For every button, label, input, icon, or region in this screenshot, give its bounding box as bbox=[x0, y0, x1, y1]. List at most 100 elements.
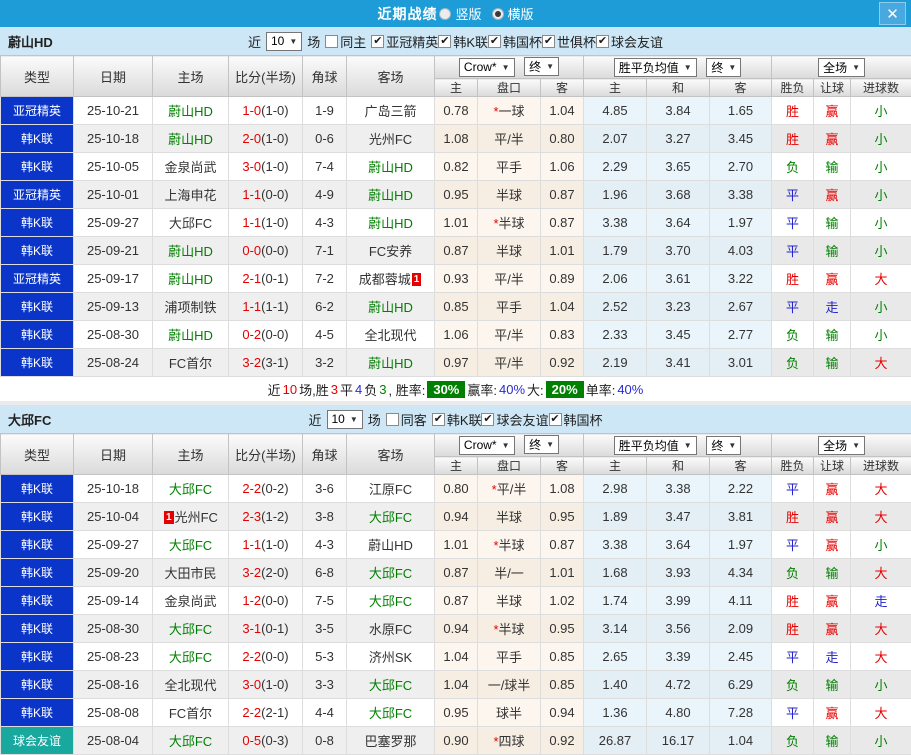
matches-label: 场 bbox=[307, 32, 320, 51]
cell-date: 25-09-17 bbox=[74, 265, 153, 293]
cell-handicap-result: 输 bbox=[814, 559, 851, 587]
cell-euro-away-odds: 4.03 bbox=[710, 237, 772, 265]
cell-goals-result: 小 bbox=[851, 97, 911, 125]
cell-away-team: 蔚山HD bbox=[347, 293, 435, 321]
cell-away-team: 蔚山HD bbox=[347, 181, 435, 209]
cell-wdl-result: 平 bbox=[772, 181, 814, 209]
close-button[interactable] bbox=[879, 2, 906, 25]
cell-date: 25-10-01 bbox=[74, 181, 153, 209]
cell-asian-away-odds: 0.87 bbox=[541, 209, 584, 237]
cell-home-team: FC首尔 bbox=[153, 699, 229, 727]
cell-wdl-result: 平 bbox=[772, 643, 814, 671]
match-count-select[interactable]: 10 bbox=[266, 32, 302, 51]
cell-asian-home-odds: 1.01 bbox=[435, 531, 478, 559]
competition-filter[interactable]: 韩K联 bbox=[432, 410, 482, 429]
cell-goals-result: 小 bbox=[851, 293, 911, 321]
checkbox-checked-icon bbox=[481, 413, 494, 426]
cell-wdl-result: 胜 bbox=[772, 125, 814, 153]
cell-euro-draw-odds: 3.45 bbox=[647, 321, 710, 349]
cell-competition-type: 韩K联 bbox=[1, 153, 74, 181]
rate-badge: 20% bbox=[546, 381, 584, 398]
euro-odds-group-header: 胜平负均值 终 bbox=[584, 434, 772, 457]
same-venue-filter[interactable]: 同客 bbox=[386, 410, 427, 429]
cell-home-team: 浦项制铁 bbox=[153, 293, 229, 321]
competition-label: 韩国杯 bbox=[564, 410, 603, 429]
cell-date: 25-08-23 bbox=[74, 643, 153, 671]
cell-euro-draw-odds: 3.70 bbox=[647, 237, 710, 265]
bookmaker-select[interactable]: Crow* bbox=[459, 436, 515, 455]
layout-radio-vertical-label: 竖版 bbox=[455, 4, 481, 23]
subcol-asian-away: 客 bbox=[541, 457, 584, 475]
cell-asian-home-odds: 1.04 bbox=[435, 671, 478, 699]
competition-filter[interactable]: 韩K联 bbox=[438, 32, 488, 51]
cell-asian-away-odds: 0.92 bbox=[541, 727, 584, 755]
cell-score: 1-1(1-1) bbox=[229, 293, 303, 321]
cell-euro-draw-odds: 3.56 bbox=[647, 615, 710, 643]
cell-home-team: 蔚山HD bbox=[153, 265, 229, 293]
cell-asian-handicap: 一/球半 bbox=[478, 671, 541, 699]
cell-home-team: 金泉尚武 bbox=[153, 153, 229, 181]
cell-goals-result: 小 bbox=[851, 153, 911, 181]
euro-odds-select[interactable]: 胜平负均值 bbox=[614, 58, 697, 77]
radio-unchecked-icon[interactable] bbox=[439, 8, 451, 20]
cell-score: 1-1(1-0) bbox=[229, 531, 303, 559]
subcol-handicap-result: 让球 bbox=[814, 457, 851, 475]
scope-select[interactable]: 全场 bbox=[818, 58, 865, 77]
cell-goals-result: 大 bbox=[851, 503, 911, 531]
cell-wdl-result: 胜 bbox=[772, 587, 814, 615]
match-count-select[interactable]: 10 bbox=[327, 410, 363, 429]
cell-asian-home-odds: 1.04 bbox=[435, 643, 478, 671]
cell-handicap-result: 输 bbox=[814, 727, 851, 755]
euro-final-select[interactable]: 终 bbox=[706, 58, 741, 77]
cell-competition-type: 亚冠精英 bbox=[1, 265, 74, 293]
competition-filter[interactable]: 球会友谊 bbox=[596, 32, 663, 51]
cell-wdl-result: 负 bbox=[772, 321, 814, 349]
cell-euro-away-odds: 2.70 bbox=[710, 153, 772, 181]
match-row: 韩K联25-10-18蔚山HD2-0(1-0)0-6光州FC1.08平/半0.8… bbox=[1, 125, 911, 153]
competition-filter[interactable]: 世俱杯 bbox=[542, 32, 596, 51]
bookmaker-select[interactable]: Crow* bbox=[459, 58, 515, 77]
competition-filter[interactable]: 球会友谊 bbox=[481, 410, 548, 429]
subcol-euro-home: 主 bbox=[584, 79, 647, 97]
cell-asian-handicap: 平手 bbox=[478, 153, 541, 181]
cell-score: 0-0(0-0) bbox=[229, 237, 303, 265]
cell-away-team: 大邱FC bbox=[347, 503, 435, 531]
competition-filter[interactable]: 韩国杯 bbox=[488, 32, 542, 51]
col-header-home: 主场 bbox=[153, 434, 229, 475]
checkbox-checked-icon bbox=[488, 35, 501, 48]
cell-goals-result: 小 bbox=[851, 209, 911, 237]
radio-checked-icon[interactable] bbox=[492, 8, 504, 20]
same-venue-label: 同客 bbox=[401, 410, 427, 429]
section-header: 蔚山HD 近 10 场 同主 亚冠精英韩K联韩国杯世俱杯球会友谊 bbox=[0, 27, 911, 55]
cell-home-team: 大田市民 bbox=[153, 559, 229, 587]
summary-text: 近 bbox=[268, 380, 281, 399]
cell-date: 25-09-21 bbox=[74, 237, 153, 265]
cell-asian-away-odds: 0.95 bbox=[541, 615, 584, 643]
layout-radio-horizontal[interactable]: 横版 bbox=[490, 4, 534, 23]
cell-away-team: FC安养 bbox=[347, 237, 435, 265]
cell-wdl-result: 负 bbox=[772, 153, 814, 181]
cell-asian-handicap: 半/一 bbox=[478, 559, 541, 587]
same-venue-label: 同主 bbox=[340, 32, 366, 51]
cell-euro-draw-odds: 3.39 bbox=[647, 643, 710, 671]
checkbox-checked-icon bbox=[438, 35, 451, 48]
cell-asian-handicap: 平/半 bbox=[478, 125, 541, 153]
cell-euro-home-odds: 1.68 bbox=[584, 559, 647, 587]
asian-final-select[interactable]: 终 bbox=[524, 435, 559, 454]
same-venue-filter[interactable]: 同主 bbox=[325, 32, 366, 51]
cell-euro-home-odds: 1.96 bbox=[584, 181, 647, 209]
competition-filter[interactable]: 亚冠精英 bbox=[371, 32, 438, 51]
euro-odds-select[interactable]: 胜平负均值 bbox=[614, 436, 697, 455]
euro-final-select[interactable]: 终 bbox=[706, 436, 741, 455]
cell-score: 3-2(3-1) bbox=[229, 349, 303, 377]
cell-date: 25-10-18 bbox=[74, 125, 153, 153]
cell-euro-home-odds: 1.36 bbox=[584, 699, 647, 727]
cell-wdl-result: 平 bbox=[772, 699, 814, 727]
layout-radio-vertical[interactable]: 竖版 bbox=[437, 4, 481, 23]
cell-competition-type: 韩K联 bbox=[1, 587, 74, 615]
asian-final-select[interactable]: 终 bbox=[524, 57, 559, 76]
scope-select[interactable]: 全场 bbox=[818, 436, 865, 455]
competition-filter[interactable]: 韩国杯 bbox=[549, 410, 603, 429]
rate-badge: 30% bbox=[427, 381, 465, 398]
cell-corners: 7-1 bbox=[303, 237, 347, 265]
